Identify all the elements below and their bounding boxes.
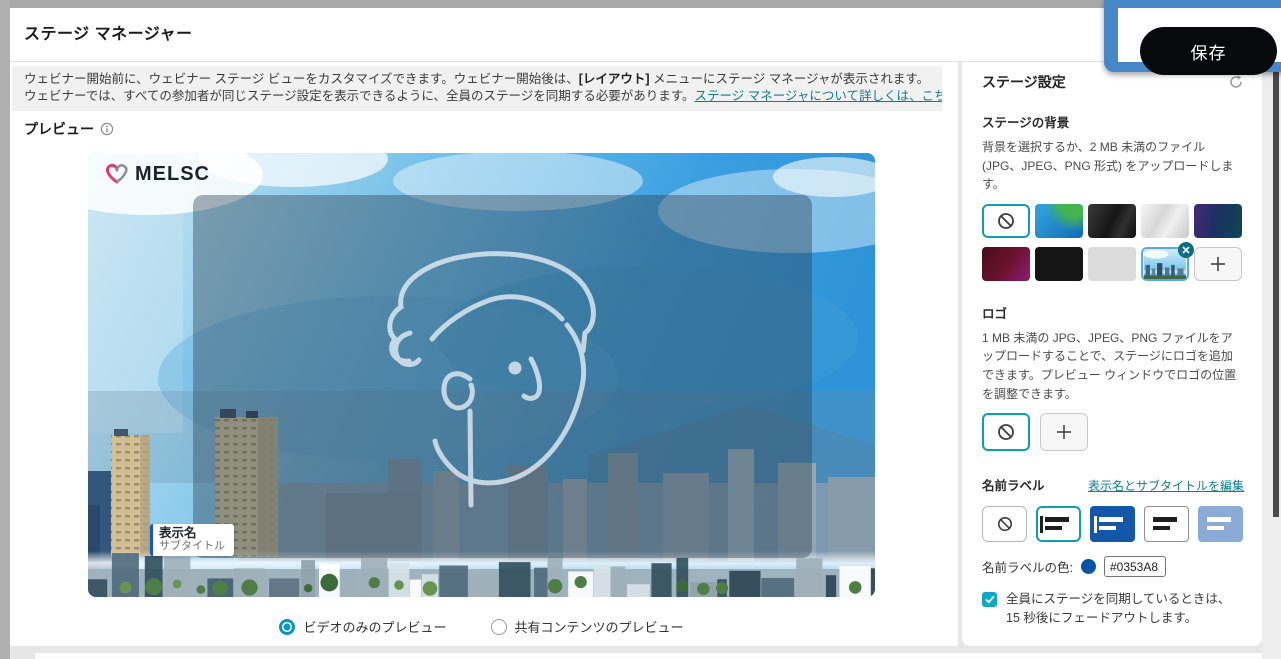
- brand-name: MELSC: [135, 163, 210, 186]
- logo-add-button[interactable]: [1040, 413, 1088, 451]
- window-edge-top: [0, 0, 1281, 8]
- video-region-overlay: [193, 195, 812, 558]
- color-swatch[interactable]: [1081, 559, 1096, 574]
- name-label-style-accent-bar-selected[interactable]: [1036, 506, 1081, 542]
- label-style-preview: [1153, 516, 1181, 533]
- background-option-gradient-blue-green[interactable]: [1035, 204, 1083, 238]
- banner-text: ウェビナーでは、すべての参加者が同じステージ設定を表示できるように、全員のステー…: [24, 89, 695, 103]
- none-icon: [997, 516, 1013, 532]
- name-label-style-none[interactable]: [982, 506, 1027, 542]
- tan-tower-1: [111, 429, 150, 557]
- info-banner: ウェビナー開始前に、ウェビナー ステージ ビューをカスタマイズできます。ウェビナ…: [12, 66, 942, 111]
- window-edge-bottom: [35, 653, 1281, 659]
- save-button-container: 保存: [1118, 8, 1281, 62]
- name-label-style-translucent-blue[interactable]: [1198, 506, 1243, 542]
- check-icon: [985, 595, 995, 604]
- radio-unselected-icon[interactable]: [491, 619, 507, 635]
- banner-line-2: ウェビナーでは、すべての参加者が同じステージ設定を表示できるように、全員のステー…: [24, 88, 930, 105]
- refresh-icon[interactable]: [1228, 74, 1244, 90]
- logo-option-none-selected[interactable]: [982, 413, 1030, 451]
- banner-text: メニューにステージ マネージャが表示されます。: [650, 72, 930, 86]
- page-title: ステージ マネージャー: [24, 8, 193, 62]
- settings-title: ステージ設定: [982, 72, 1066, 92]
- learn-more-link[interactable]: ステージ マネージャについて詳しくは、こちらをご覧ください。: [695, 89, 942, 103]
- radio-video-only[interactable]: ビデオのみのプレビュー: [279, 617, 446, 636]
- background-heading: ステージの背景: [982, 112, 1244, 131]
- window-edge-left: [0, 0, 10, 659]
- banner-text: ウェビナー開始前に、ウェビナー ステージ ビューをカスタマイズできます。ウェビナ…: [24, 72, 579, 86]
- preview-name-label[interactable]: 表示名 サブタイトル: [150, 524, 234, 556]
- main-panel: ウェビナー開始前に、ウェビナー ステージ ビューをカスタマイズできます。ウェビナ…: [10, 62, 958, 646]
- background-options-grid: [982, 204, 1244, 281]
- logo-heading: ロゴ: [982, 303, 1244, 322]
- background-option-silver-silk[interactable]: [1141, 204, 1189, 238]
- label-style-preview: [1207, 516, 1235, 533]
- info-icon[interactable]: [100, 122, 114, 136]
- name-label-style-options: [982, 506, 1244, 542]
- radio-label: ビデオのみのプレビュー: [303, 617, 446, 636]
- name-label-color-label: 名前ラベルの色:: [982, 557, 1073, 576]
- sync-fadeout-checkbox[interactable]: [982, 592, 997, 607]
- banner-bold-text: [レイアウト]: [579, 72, 650, 86]
- preview-mode-radios: ビデオのみのプレビュー 共有コンテンツのプレビュー: [88, 617, 875, 636]
- plus-icon: [1209, 255, 1227, 273]
- label-style-preview: [1045, 516, 1073, 533]
- scrollbar-thumb[interactable]: [1273, 62, 1279, 517]
- background-option-maroon-magenta[interactable]: [982, 247, 1030, 281]
- background-option-custom-cityscape-selected[interactable]: [1141, 247, 1189, 281]
- background-option-light-gray[interactable]: [1088, 247, 1136, 281]
- display-name: 表示名: [159, 526, 225, 540]
- stage-manager-window: ステージ マネージャー ウェビナー開始前に、ウェビナー ステージ ビューをカスタ…: [0, 0, 1281, 659]
- subtitle: サブタイトル: [159, 540, 225, 553]
- radio-label: 共有コンテンツのプレビュー: [515, 617, 684, 636]
- color-hex-input[interactable]: [1104, 556, 1166, 577]
- remove-background-badge[interactable]: [1178, 242, 1194, 258]
- title-bar: ステージ マネージャー: [10, 8, 1281, 62]
- radio-shared-content[interactable]: 共有コンテンツのプレビュー: [491, 617, 684, 636]
- plus-icon: [1055, 423, 1073, 441]
- stage-preview[interactable]: MELSC 表示名 サブタイトル: [88, 153, 875, 597]
- edit-display-name-link[interactable]: 表示名とサブタイトルを編集: [1088, 477, 1244, 494]
- background-option-none[interactable]: [982, 204, 1030, 238]
- banner-line-1: ウェビナー開始前に、ウェビナー ステージ ビューをカスタマイズできます。ウェビナ…: [24, 71, 930, 88]
- logo-description: 1 MB 未満の JPG、JPEG、PNG ファイルをアップロードすることで、ス…: [982, 329, 1244, 403]
- radio-selected-icon[interactable]: [279, 619, 295, 635]
- melsc-heart-icon: [104, 162, 130, 186]
- name-label-style-light-plain[interactable]: [1144, 506, 1189, 542]
- logo-options: [982, 413, 1244, 451]
- label-style-preview: [1099, 516, 1127, 533]
- stage-settings-panel: ステージ設定 ステージの背景 背景を選択するか、2 MB 未満のファイル (JP…: [962, 62, 1262, 646]
- none-icon: [997, 212, 1015, 230]
- none-icon: [997, 423, 1015, 441]
- background-option-blue-purple[interactable]: [1194, 204, 1242, 238]
- name-label-heading: 名前ラベル: [982, 475, 1045, 494]
- background-description: 背景を選択するか、2 MB 未満のファイル (JPG、JPEG、PNG 形式) …: [982, 138, 1244, 194]
- stage-logo[interactable]: MELSC: [104, 162, 210, 186]
- background-add-button[interactable]: [1194, 247, 1242, 281]
- save-button[interactable]: 保存: [1140, 27, 1277, 75]
- preview-heading: プレビュー: [24, 119, 94, 139]
- background-option-black[interactable]: [1035, 247, 1083, 281]
- background-option-dark-wave[interactable]: [1088, 204, 1136, 238]
- close-icon: [1182, 246, 1190, 254]
- name-label-style-blue-filled[interactable]: [1090, 506, 1135, 542]
- sync-fadeout-label: 全員にステージを同期しているときは、15 秒後にフェードアウトします。: [1006, 590, 1244, 628]
- save-button-highlight: 保存: [1104, 0, 1281, 72]
